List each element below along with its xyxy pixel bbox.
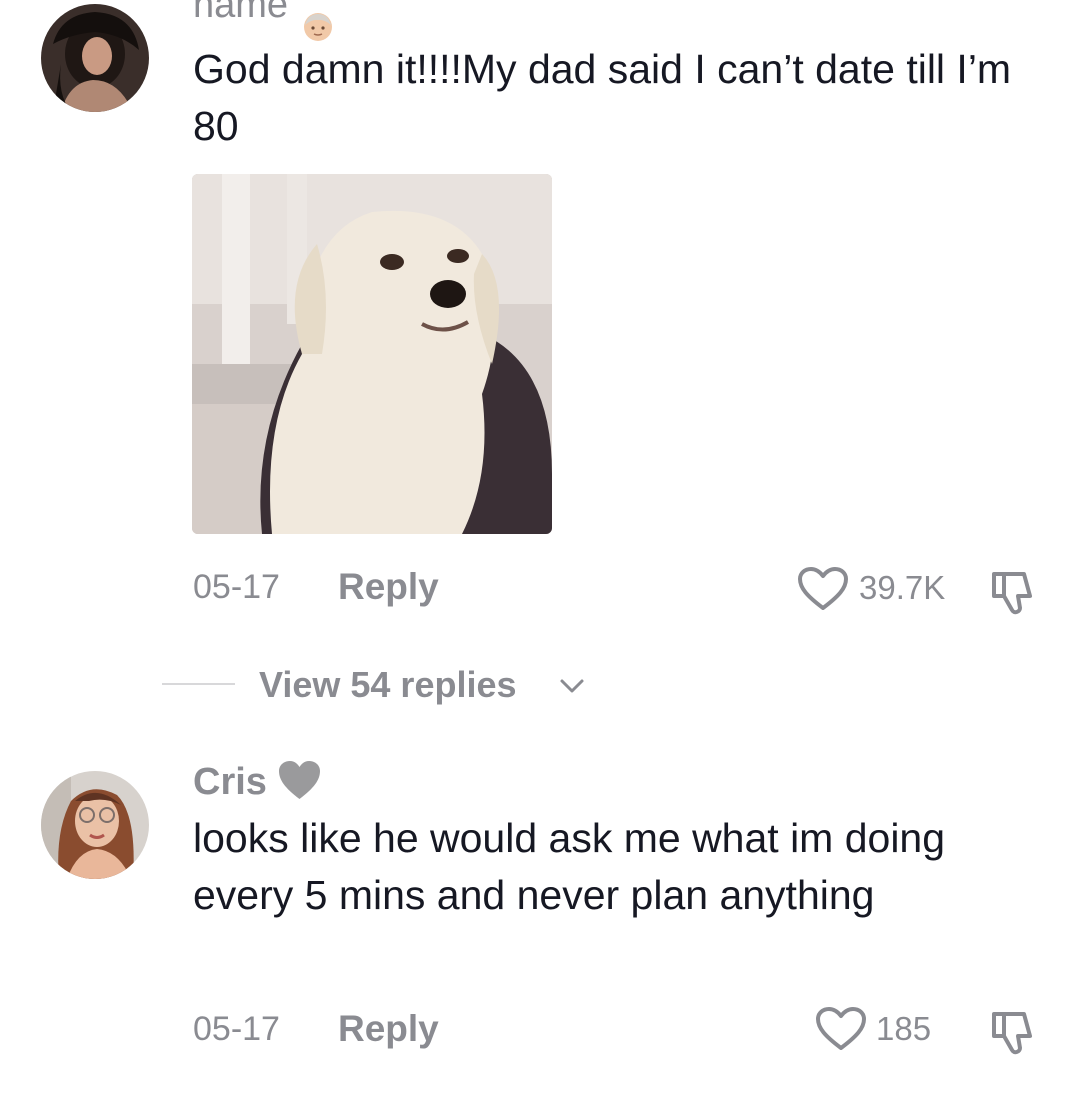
avatar-photo [41, 771, 149, 879]
person-emoji-icon [304, 13, 332, 41]
heart-outline-icon[interactable] [797, 566, 849, 612]
comment-date: 05-17 [193, 568, 280, 606]
reply-button[interactable]: Reply [338, 1010, 439, 1047]
view-replies-button[interactable]: View 54 replies [259, 667, 517, 703]
like-count: 185 [876, 1010, 932, 1047]
avatar[interactable] [41, 4, 149, 112]
grey-heart-emoji-icon [279, 761, 320, 799]
comment-date: 05-17 [193, 1010, 280, 1048]
reply-button[interactable]: Reply [338, 568, 439, 605]
comment-username[interactable]: name [193, 0, 288, 24]
thumbs-down-icon[interactable] [988, 566, 1040, 618]
chevron-down-icon[interactable] [556, 672, 588, 700]
heart-outline-icon[interactable] [815, 1006, 867, 1052]
replies-divider [162, 683, 235, 685]
dog-photo [192, 174, 552, 534]
like-count: 39.7K [859, 569, 946, 606]
thumbs-down-icon[interactable] [988, 1006, 1040, 1058]
comment-image[interactable] [192, 174, 552, 534]
avatar-photo [41, 4, 149, 112]
avatar[interactable] [41, 771, 149, 879]
comment-text: God damn it!!!!My dad said I can’t date … [193, 46, 1012, 149]
comment-text: looks like he would ask me what im doing… [193, 815, 946, 918]
comment-username[interactable]: Cris [193, 763, 267, 801]
